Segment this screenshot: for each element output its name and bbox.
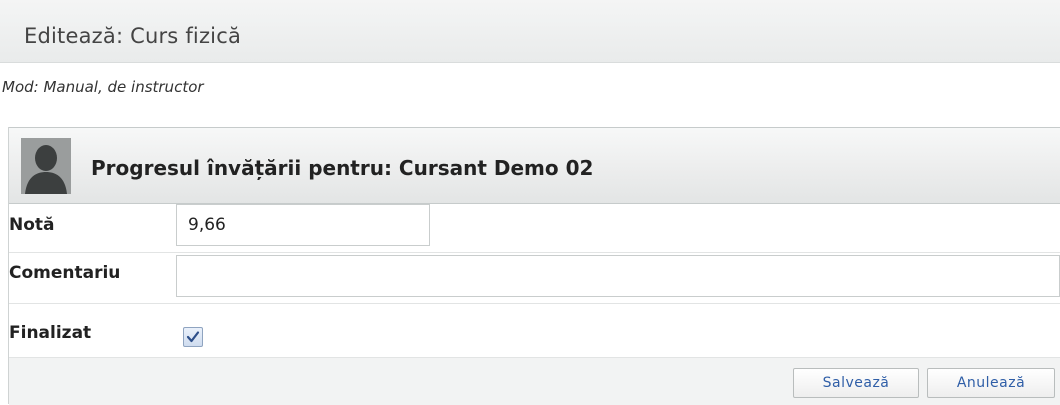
cancel-button[interactable]: Anulează — [927, 368, 1055, 398]
comment-input[interactable] — [176, 255, 1060, 297]
progress-panel: Progresul învățării pentru: Cursant Demo… — [8, 127, 1060, 405]
mode-text: Mod: Manual, de instructor — [2, 78, 204, 96]
completed-checkbox[interactable] — [183, 327, 203, 347]
grade-input[interactable] — [176, 204, 430, 246]
comment-label: Comentariu — [9, 263, 121, 283]
user-avatar-icon — [21, 138, 71, 194]
completed-label: Finalizat — [9, 323, 92, 343]
row-separator — [9, 252, 1060, 253]
panel-header: Progresul învățării pentru: Cursant Demo… — [9, 127, 1060, 204]
form-footer: Salvează Anulează — [9, 357, 1060, 405]
edit-dialog: Editează: Curs fizică Mod: Manual, de in… — [0, 0, 1060, 405]
title-bar: Editează: Curs fizică — [0, 0, 1060, 63]
save-button[interactable]: Salvează — [793, 368, 919, 398]
panel-title: Progresul învățării pentru: Cursant Demo… — [91, 156, 594, 180]
row-separator — [9, 303, 1060, 304]
page-title: Editează: Curs fizică — [24, 24, 242, 48]
checkmark-icon — [186, 331, 200, 343]
grade-label: Notă — [9, 215, 55, 235]
